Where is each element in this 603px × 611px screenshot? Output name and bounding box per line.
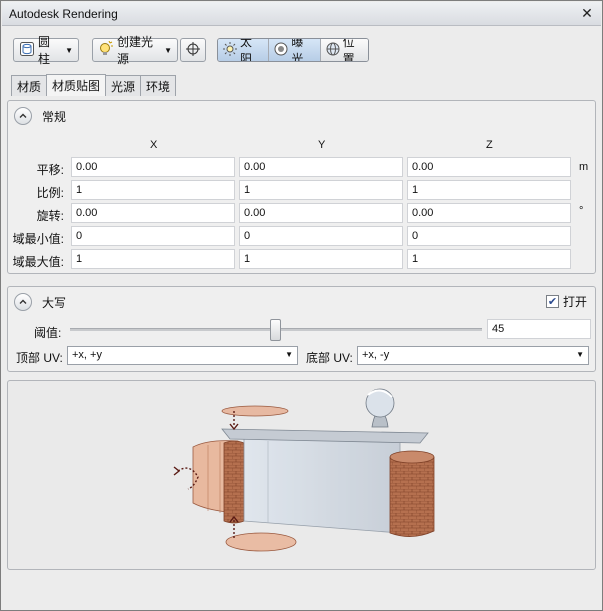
offset-y-field[interactable]: 0.00	[239, 157, 403, 177]
cylinder-icon	[19, 41, 35, 60]
chevron-down-icon: ▼	[576, 350, 584, 359]
column-z-header: Z	[486, 139, 493, 151]
title-bar: Autodesk Rendering ✕	[2, 2, 601, 26]
tab-material[interactable]: 材质	[11, 75, 48, 96]
toolbar: 圆柱 ▼ 创建光源 ▼ 太阳 曝光 位置	[1, 27, 602, 71]
mapping-preview	[7, 380, 596, 570]
target-button[interactable]	[180, 38, 206, 62]
domain-min-label: 域最小值:	[12, 232, 64, 246]
scale-y-field[interactable]: 1	[239, 180, 403, 200]
domain-min-x-field[interactable]: 0	[71, 226, 235, 246]
open-label: 打开	[562, 295, 587, 309]
tab-label: 材质贴图	[52, 79, 101, 93]
domain-max-z-field[interactable]: 1	[407, 249, 571, 269]
column-x-header: X	[150, 139, 158, 151]
crosshair-icon	[185, 41, 201, 60]
tab-label: 环境	[146, 79, 171, 94]
globe-icon	[326, 42, 340, 59]
top-uv-value: +x, +y	[72, 349, 102, 361]
autodesk-rendering-window: Autodesk Rendering ✕ 圆柱 ▼ 创建光源 ▼ 太阳 曝光 位…	[0, 0, 603, 611]
open-checkbox-row: ✔ 打开	[545, 293, 587, 310]
tab-environment[interactable]: 环境	[140, 75, 177, 96]
capping-panel: 大写 ✔ 打开 阈值: 45 顶部 UV: +x, +y ▼ 底部 UV: +x…	[7, 286, 596, 372]
bottom-uv-select[interactable]: +x, -y ▼	[357, 346, 589, 365]
sun-toggle-button[interactable]: 太阳	[218, 38, 270, 62]
domain-max-y-field[interactable]: 1	[239, 249, 403, 269]
scale-x-field[interactable]: 1	[71, 180, 235, 200]
create-light-dropdown-button[interactable]: 创建光源 ▼	[92, 35, 178, 66]
bottom-uv-label: 底部 UV:	[306, 351, 353, 365]
offset-x-field[interactable]: 0.00	[71, 157, 235, 177]
tab-label: 材质	[17, 79, 42, 94]
domain-min-y-field[interactable]: 0	[239, 226, 403, 246]
sun-label: 太阳	[240, 38, 253, 62]
collapse-chevron-icon[interactable]	[14, 107, 32, 125]
tab-bar: 材质 材质贴图 光源 环境	[11, 74, 177, 96]
offset-z-field[interactable]: 0.00	[407, 157, 571, 177]
tab-material-mapping[interactable]: 材质贴图	[46, 74, 107, 96]
create-light-label: 创建光源	[117, 35, 154, 66]
offset-unit: m	[579, 161, 589, 173]
capping-title: 大写	[42, 295, 67, 310]
close-icon[interactable]: ✕	[579, 5, 595, 21]
scale-label: 比例:	[36, 186, 64, 200]
cylinder-mapping-preview-illustration	[173, 388, 435, 552]
rotation-y-field[interactable]: 0.00	[239, 203, 403, 223]
rotation-z-field[interactable]: 0.00	[407, 203, 571, 223]
threshold-slider-thumb[interactable]	[270, 319, 281, 341]
rotation-x-field[interactable]: 0.00	[71, 203, 235, 223]
window-title: Autodesk Rendering	[9, 7, 118, 21]
bottom-uv-value: +x, -y	[362, 349, 390, 361]
open-checkbox[interactable]: ✔	[545, 295, 559, 308]
offset-label: 平移:	[36, 163, 64, 177]
cylinder-dropdown-button[interactable]: 圆柱 ▼	[13, 35, 79, 66]
cylinder-label: 圆柱	[38, 35, 51, 66]
column-y-header: Y	[318, 139, 326, 151]
sun-icon	[223, 41, 237, 59]
scale-z-field[interactable]: 1	[407, 180, 571, 200]
rotation-label: 旋转:	[36, 209, 64, 223]
threshold-value-field[interactable]: 45	[487, 319, 591, 339]
domain-min-z-field[interactable]: 0	[407, 226, 571, 246]
chevron-down-icon: ▼	[164, 45, 172, 55]
general-panel-header: 常规	[14, 107, 66, 125]
exposure-label: 曝光	[291, 38, 304, 62]
general-title: 常规	[42, 109, 67, 124]
location-label: 位置	[342, 38, 355, 62]
exposure-icon	[274, 42, 288, 59]
general-panel: 常规 X Y Z 平移: 0.00 0.00 0.00 m 比例: 1 1 1 …	[7, 100, 596, 274]
rotation-unit: °	[579, 205, 584, 217]
top-uv-label: 顶部 UV:	[16, 351, 63, 365]
threshold-label: 阈值:	[34, 326, 62, 340]
location-button[interactable]: 位置	[320, 38, 368, 62]
capping-panel-header: 大写	[14, 293, 66, 311]
domain-max-x-field[interactable]: 1	[71, 249, 235, 269]
top-uv-select[interactable]: +x, +y ▼	[67, 346, 298, 365]
sun-exposure-location-group: 太阳 曝光 位置	[217, 38, 369, 62]
tab-lights[interactable]: 光源	[105, 75, 142, 96]
light-bulb-icon	[98, 40, 114, 60]
domain-max-label: 域最大值:	[12, 255, 64, 269]
tab-label: 光源	[111, 79, 136, 94]
exposure-toggle-button[interactable]: 曝光	[269, 38, 321, 62]
chevron-down-icon: ▼	[285, 350, 293, 359]
collapse-chevron-icon[interactable]	[14, 293, 32, 311]
chevron-down-icon: ▼	[65, 45, 73, 55]
